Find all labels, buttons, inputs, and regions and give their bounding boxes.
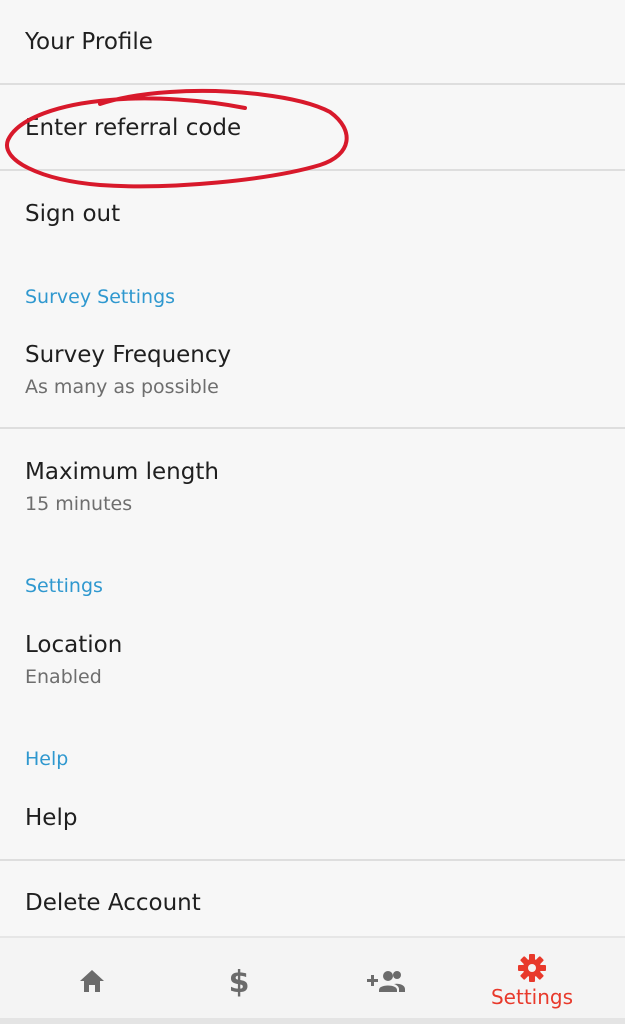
section-header-survey-settings: Survey Settings [25, 286, 176, 308]
location-label: Location [25, 632, 123, 658]
enter-referral-code-label: Enter referral code [25, 115, 242, 141]
survey-frequency-value: As many as possible [25, 376, 219, 398]
settings-screen: Your Profile Enter referral code Sign ou… [0, 0, 625, 1024]
nav-invite[interactable] [308, 938, 464, 1024]
gear-icon [518, 954, 546, 982]
nav-home[interactable] [14, 938, 170, 1024]
nav-earnings[interactable]: $ [161, 938, 317, 1024]
divider [0, 83, 625, 85]
delete-account-item[interactable]: Delete Account [0, 889, 625, 917]
home-icon [80, 970, 104, 992]
nav-settings[interactable]: Settings [454, 938, 610, 1024]
dollar-icon: $ [229, 965, 250, 998]
maximum-length-value: 15 minutes [25, 493, 133, 515]
nav-settings-label: Settings [490, 985, 574, 1009]
help-label: Help [25, 805, 78, 831]
enter-referral-code-item[interactable]: Enter referral code [0, 114, 625, 142]
survey-frequency-label: Survey Frequency [25, 342, 232, 368]
help-item[interactable]: Help [0, 804, 625, 832]
delete-account-label: Delete Account [25, 890, 201, 916]
divider [0, 427, 625, 429]
divider [0, 859, 625, 861]
your-profile-label: Your Profile [25, 29, 153, 55]
maximum-length-label: Maximum length [25, 459, 219, 485]
divider [0, 169, 625, 171]
sign-out-item[interactable]: Sign out [0, 200, 625, 228]
section-header-settings: Settings [25, 575, 103, 597]
bottom-strip [0, 1018, 625, 1024]
section-header-help: Help [25, 748, 69, 770]
maximum-length-item[interactable]: Maximum length 15 minutes [0, 458, 625, 516]
bottom-nav: $ Settings [0, 936, 625, 1024]
survey-frequency-item[interactable]: Survey Frequency As many as possible [0, 341, 625, 399]
location-value: Enabled [25, 666, 102, 688]
svg-text:$: $ [229, 965, 250, 998]
location-item[interactable]: Location Enabled [0, 631, 625, 689]
sign-out-label: Sign out [25, 201, 121, 227]
your-profile-item[interactable]: Your Profile [0, 28, 625, 56]
add-people-icon [367, 971, 405, 992]
